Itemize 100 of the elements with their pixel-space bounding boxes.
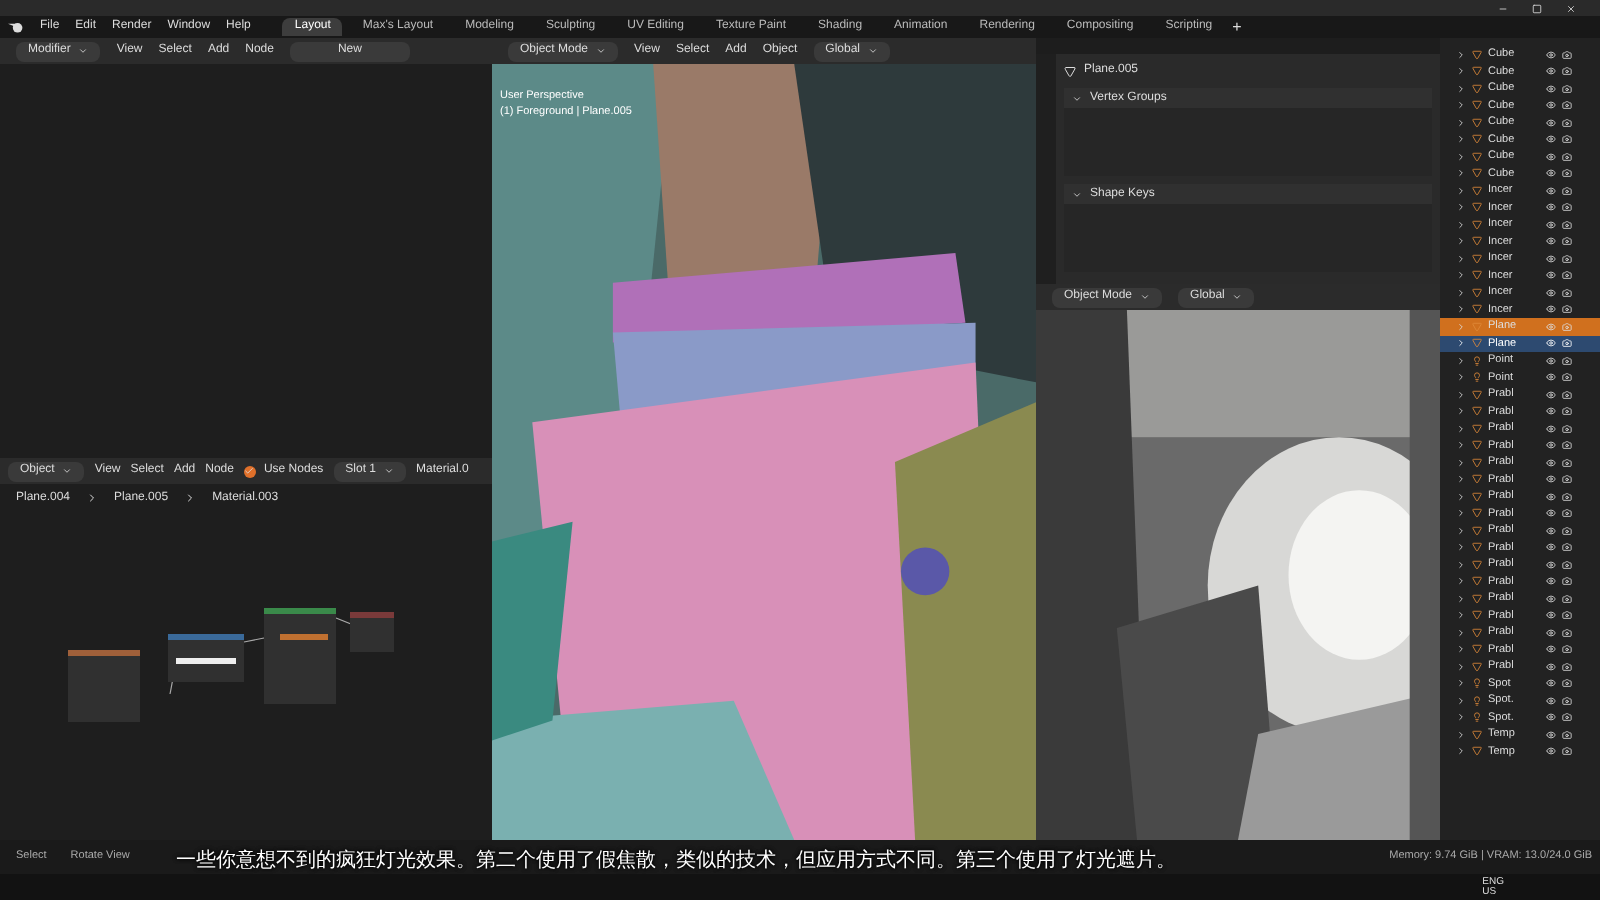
eye-icon[interactable]: [1546, 474, 1556, 485]
camera-icon[interactable]: [1562, 117, 1572, 128]
eye-icon[interactable]: [1546, 83, 1556, 94]
eye-icon[interactable]: [1546, 729, 1556, 740]
camera-icon[interactable]: [1562, 185, 1572, 196]
caret-icon: [62, 466, 73, 476]
eye-icon[interactable]: [1546, 610, 1556, 621]
camera-icon[interactable]: [1562, 83, 1572, 94]
caret-icon: [1140, 292, 1151, 302]
eye-icon[interactable]: [1546, 525, 1556, 536]
add-workspace-button[interactable]: +: [1232, 15, 1242, 39]
camera-icon[interactable]: [1562, 168, 1572, 179]
chevron-icon: [184, 492, 197, 504]
check-icon: [244, 466, 255, 476]
caret-icon: [596, 46, 607, 56]
subtitle: 一些你意想不到的疯狂灯光效果。第二个使用了假焦散，类似的技术，但应用方式不同。第三个使用了灯光遮片。: [176, 847, 1176, 876]
eye-icon[interactable]: [1546, 287, 1556, 298]
camera-icon[interactable]: [1562, 712, 1572, 723]
camera-icon[interactable]: [1562, 559, 1572, 570]
caret-icon: [384, 466, 394, 476]
chevron-icon: [1072, 93, 1082, 103]
light-icon: [1472, 372, 1482, 383]
eye-icon[interactable]: [1546, 151, 1556, 162]
eye-icon[interactable]: [1546, 304, 1556, 315]
maximize-icon[interactable]: [1532, 3, 1542, 13]
camera-icon[interactable]: [1562, 389, 1572, 400]
eye-icon[interactable]: [1546, 440, 1556, 451]
camera-icon[interactable]: [1562, 100, 1572, 111]
camera-icon[interactable]: [1562, 372, 1572, 383]
eye-icon[interactable]: [1546, 508, 1556, 519]
camera-icon[interactable]: [1562, 66, 1572, 77]
eye-icon[interactable]: [1546, 712, 1556, 723]
eye-icon[interactable]: [1546, 202, 1556, 213]
camera-icon[interactable]: [1562, 406, 1572, 417]
camera-icon[interactable]: [1562, 695, 1572, 706]
minimize-icon[interactable]: [1498, 3, 1508, 13]
camera-icon[interactable]: [1562, 678, 1572, 689]
eye-icon[interactable]: [1546, 389, 1556, 400]
eye-icon[interactable]: [1546, 117, 1556, 128]
camera-icon[interactable]: [1562, 627, 1572, 638]
eye-icon[interactable]: [1546, 372, 1556, 383]
camera-icon[interactable]: [1562, 423, 1572, 434]
eye-icon[interactable]: [1546, 746, 1556, 757]
eye-icon[interactable]: [1546, 185, 1556, 196]
eye-icon[interactable]: [1546, 168, 1556, 179]
eye-icon[interactable]: [1546, 270, 1556, 281]
camera-icon[interactable]: [1562, 644, 1572, 655]
camera-icon[interactable]: [1562, 270, 1572, 281]
logo-icon[interactable]: [8, 20, 24, 34]
light-icon: [1472, 355, 1482, 366]
camera-icon[interactable]: [1562, 304, 1572, 315]
camera-icon[interactable]: [1562, 491, 1572, 502]
camera-icon[interactable]: [1562, 542, 1572, 553]
caret-icon: [868, 46, 878, 56]
eye-icon[interactable]: [1546, 542, 1556, 553]
camera-icon[interactable]: [1562, 593, 1572, 604]
eye-icon[interactable]: [1546, 593, 1556, 604]
camera-icon[interactable]: [1562, 457, 1572, 468]
light-icon: [1472, 695, 1482, 706]
eye-icon[interactable]: [1546, 49, 1556, 60]
camera-icon[interactable]: [1562, 219, 1572, 230]
eye-icon[interactable]: [1546, 355, 1556, 366]
camera-icon[interactable]: [1562, 729, 1572, 740]
camera-icon[interactable]: [1562, 355, 1572, 366]
eye-icon[interactable]: [1546, 134, 1556, 145]
eye-icon[interactable]: [1546, 423, 1556, 434]
eye-icon[interactable]: [1546, 406, 1556, 417]
eye-icon[interactable]: [1546, 695, 1556, 706]
camera-icon[interactable]: [1562, 236, 1572, 247]
eye-icon[interactable]: [1546, 559, 1556, 570]
camera-icon[interactable]: [1562, 508, 1572, 519]
eye-icon[interactable]: [1546, 644, 1556, 655]
eye-icon[interactable]: [1546, 661, 1556, 672]
eye-icon[interactable]: [1546, 236, 1556, 247]
eye-icon[interactable]: [1546, 457, 1556, 468]
light-icon: [1472, 712, 1482, 723]
camera-icon[interactable]: [1562, 440, 1572, 451]
camera-icon[interactable]: [1562, 202, 1572, 213]
camera-icon[interactable]: [1562, 287, 1572, 298]
eye-icon[interactable]: [1546, 100, 1556, 111]
camera-icon[interactable]: [1562, 746, 1572, 757]
eye-icon[interactable]: [1546, 627, 1556, 638]
chevron-icon: [1072, 189, 1082, 199]
eye-icon[interactable]: [1546, 678, 1556, 689]
use-nodes-checkbox[interactable]: [243, 465, 256, 477]
camera-icon[interactable]: [1562, 151, 1572, 162]
eye-icon[interactable]: [1546, 219, 1556, 230]
camera-icon[interactable]: [1562, 661, 1572, 672]
eye-icon[interactable]: [1546, 576, 1556, 587]
light-icon: [1472, 678, 1482, 689]
eye-icon[interactable]: [1546, 66, 1556, 77]
camera-icon[interactable]: [1562, 49, 1572, 60]
camera-icon[interactable]: [1562, 576, 1572, 587]
eye-icon[interactable]: [1546, 253, 1556, 264]
camera-icon[interactable]: [1562, 134, 1572, 145]
camera-icon[interactable]: [1562, 610, 1572, 621]
camera-icon[interactable]: [1562, 525, 1572, 536]
camera-icon[interactable]: [1562, 474, 1572, 485]
camera-icon[interactable]: [1562, 253, 1572, 264]
eye-icon[interactable]: [1546, 491, 1556, 502]
